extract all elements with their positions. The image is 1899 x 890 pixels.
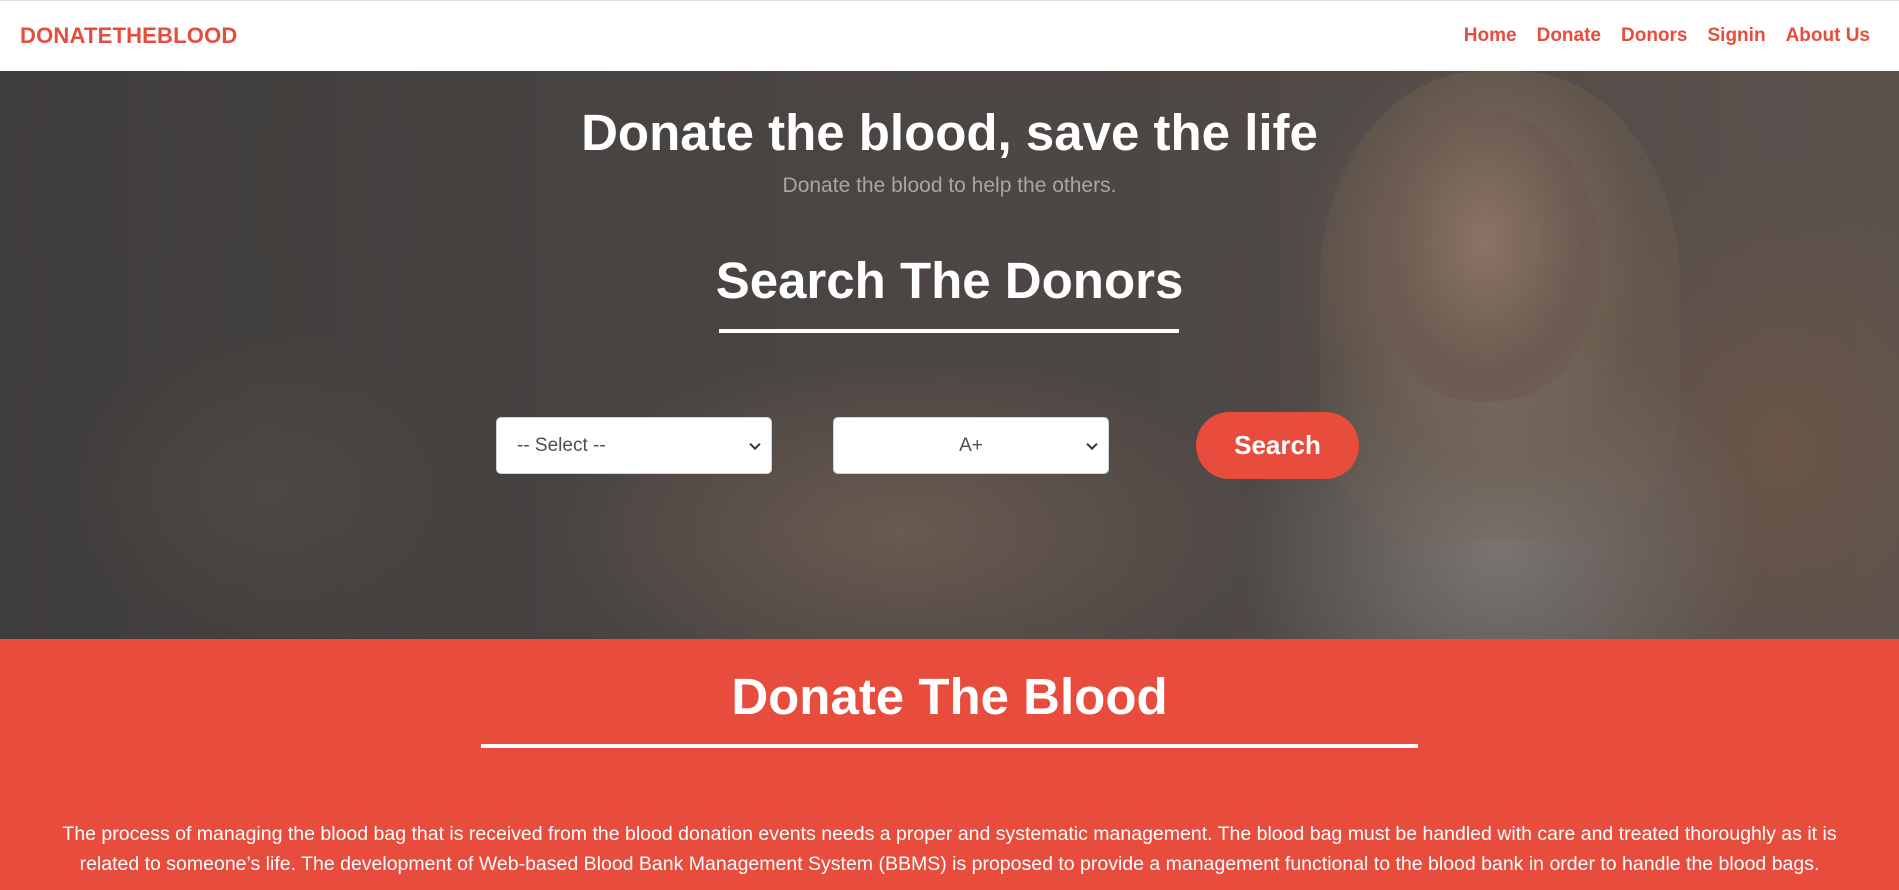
nav-link-about-us[interactable]: About Us [1786,25,1870,47]
hero-section: Donate the blood, save the life Donate t… [0,71,1899,639]
blood-group-select[interactable]: A+ [833,417,1109,474]
nav-links: Home Donate Donors Signin About Us [1464,25,1879,47]
donate-section: Donate The Blood The process of managing… [0,639,1899,890]
nav-link-home[interactable]: Home [1464,25,1517,47]
nav-link-donate[interactable]: Donate [1537,25,1601,47]
donate-section-underline [481,744,1418,748]
hero-title: Donate the blood, save the life [581,104,1318,161]
search-button[interactable]: Search [1196,412,1359,479]
navbar: DONATETHEBLOOD Home Donate Donors Signin… [0,0,1899,71]
donate-section-title: Donate The Blood [731,668,1168,725]
chevron-down-icon [749,438,761,450]
blood-group-select-value: A+ [959,434,983,456]
city-select-value: -- Select -- [517,434,606,456]
donate-section-text: The process of managing the blood bag th… [62,823,1837,875]
brand-logo[interactable]: DONATETHEBLOOD [20,23,238,49]
search-title: Search The Donors [715,252,1184,309]
hero-subtitle: Donate the blood to help the others. [782,174,1117,197]
search-title-underline [719,329,1179,333]
chevron-down-icon [1086,438,1098,450]
city-select[interactable]: -- Select -- [496,417,772,474]
nav-link-signin[interactable]: Signin [1708,25,1766,47]
nav-link-donors[interactable]: Donors [1621,25,1688,47]
